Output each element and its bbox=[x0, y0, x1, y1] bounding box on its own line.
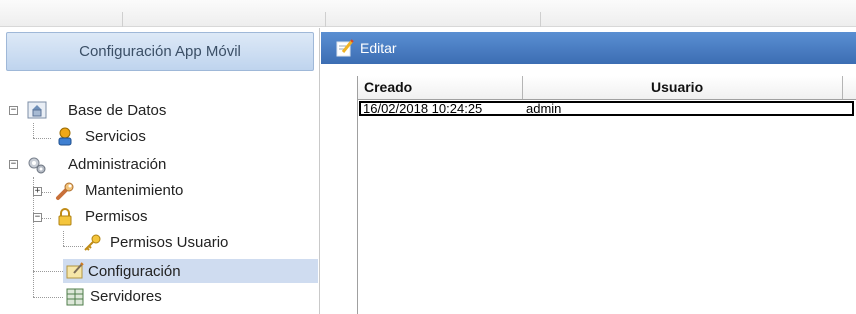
tree-item-servidores[interactable]: Servidores bbox=[90, 284, 162, 308]
toolbar: Editar bbox=[321, 32, 856, 64]
services-icon bbox=[58, 127, 72, 146]
lock-icon bbox=[58, 208, 72, 226]
records-grid: Creado Usuario 16/02/2018 10:24:25 admin bbox=[357, 76, 856, 314]
top-strip bbox=[0, 0, 856, 27]
column-divider[interactable] bbox=[842, 76, 843, 99]
tree-item-permisos[interactable]: Permisos bbox=[85, 204, 148, 228]
grid-header: Creado Usuario bbox=[358, 76, 856, 100]
column-header-creado[interactable]: Creado bbox=[364, 76, 412, 99]
cell-creado: 16/02/2018 10:24:25 bbox=[363, 101, 483, 116]
config-icon bbox=[66, 262, 84, 279]
wrench-icon bbox=[56, 182, 74, 200]
strip-separator bbox=[540, 12, 541, 27]
collapse-toggle[interactable]: − bbox=[9, 106, 18, 115]
servers-icon bbox=[66, 288, 84, 306]
database-icon bbox=[27, 101, 47, 119]
edit-button[interactable]: Editar bbox=[335, 38, 397, 58]
collapse-toggle[interactable]: − bbox=[9, 160, 18, 169]
content-panel: Editar Creado Usuario 16/02/2018 10:24:2… bbox=[321, 28, 856, 314]
gears-icon bbox=[28, 157, 46, 174]
key-icon bbox=[84, 234, 101, 251]
edit-button-label: Editar bbox=[360, 40, 397, 56]
strip-separator bbox=[325, 12, 326, 27]
navigation-panel: Configuración App Móvil − Base de Datos … bbox=[0, 28, 320, 314]
tree-item-base-de-datos[interactable]: Base de Datos bbox=[68, 98, 166, 122]
collapse-toggle[interactable]: − bbox=[33, 213, 42, 222]
column-header-usuario[interactable]: Usuario bbox=[651, 76, 703, 99]
tree-item-configuracion[interactable]: Configuración bbox=[63, 259, 318, 283]
column-divider[interactable] bbox=[522, 76, 523, 99]
table-row[interactable]: 16/02/2018 10:24:25 admin bbox=[359, 101, 854, 116]
expand-toggle[interactable]: + bbox=[33, 187, 42, 196]
tree-item-administracion[interactable]: Administración bbox=[68, 152, 166, 176]
tree-item-mantenimiento[interactable]: Mantenimiento bbox=[85, 178, 183, 202]
strip-separator bbox=[122, 12, 123, 27]
edit-icon bbox=[336, 39, 354, 57]
navigation-tree: − Base de Datos Servicios − Administraci… bbox=[0, 28, 320, 314]
cell-usuario: admin bbox=[526, 101, 562, 116]
tree-item-permisos-usuario[interactable]: Permisos Usuario bbox=[110, 230, 228, 254]
tree-item-servicios[interactable]: Servicios bbox=[85, 124, 146, 148]
